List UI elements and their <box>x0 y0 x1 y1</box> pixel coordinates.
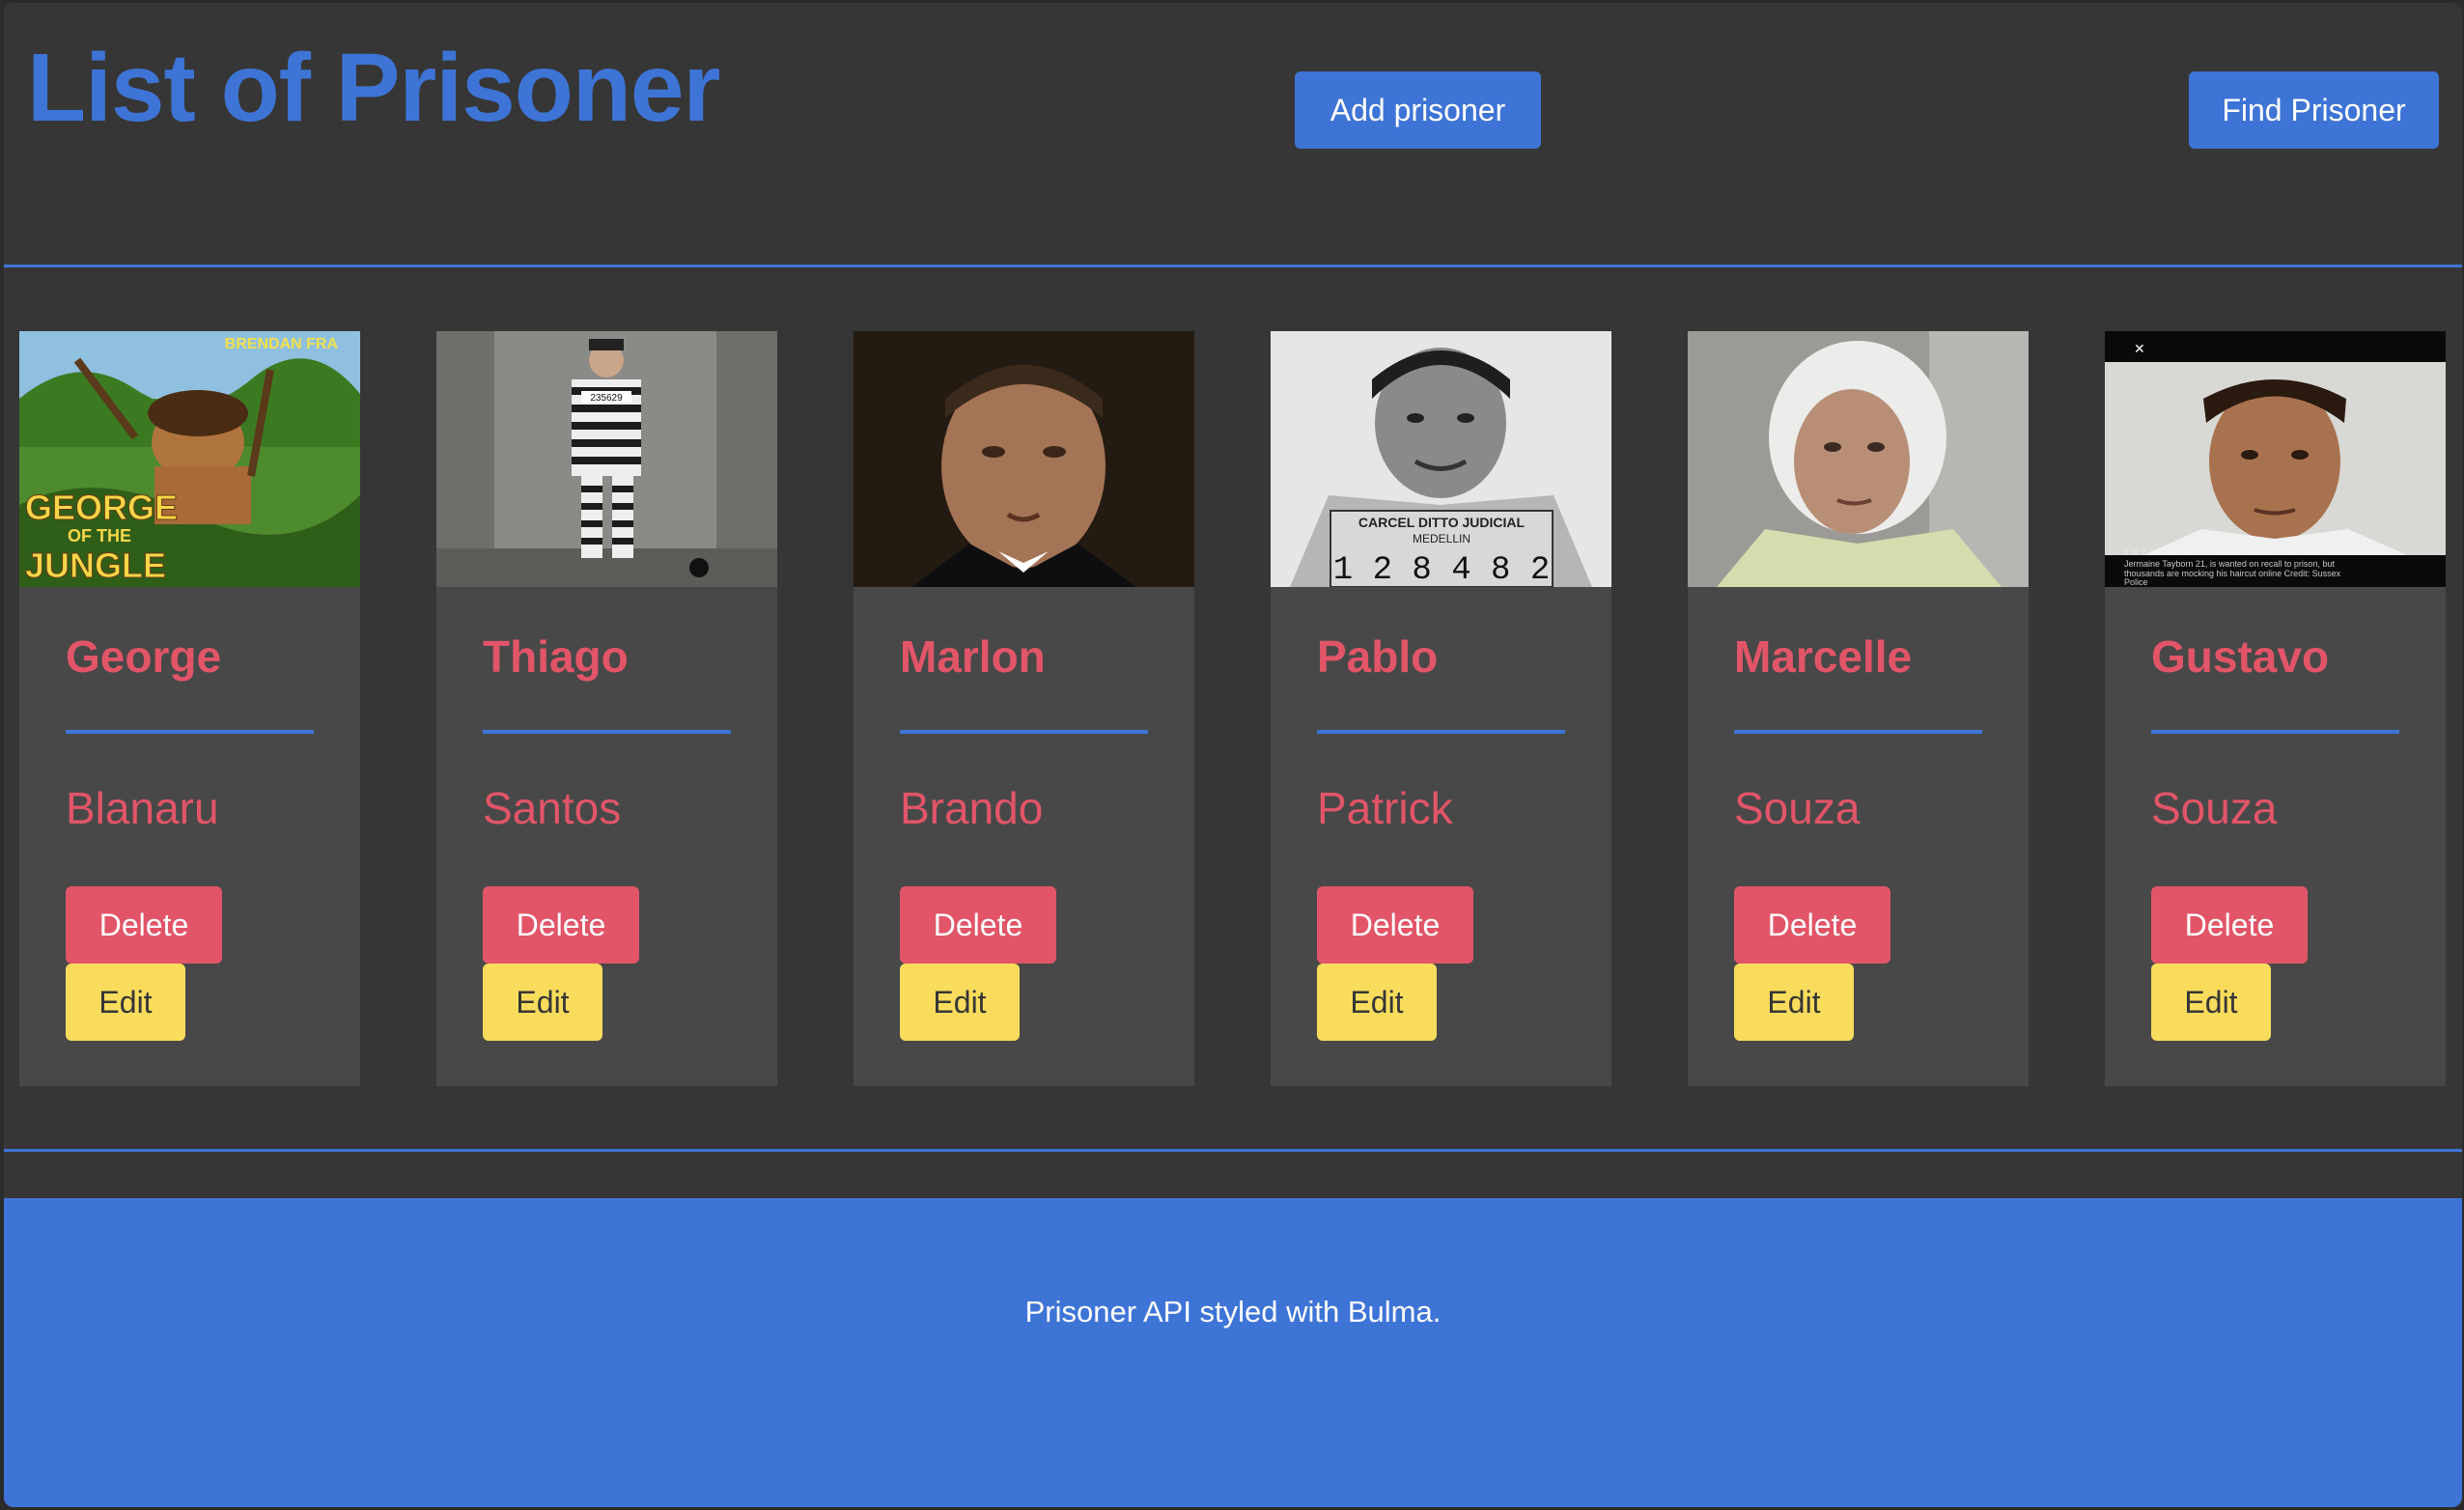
prisoner-card: Marcelle Souza Delete Edit <box>1688 331 2029 1086</box>
prisoner-last-name: Brando <box>900 783 1044 833</box>
app-window: List of Prisoner Add prisoner Find Priso… <box>4 3 2462 1507</box>
prisoner-first-name: Gustavo <box>2151 631 2330 682</box>
prisoner-card-list: BRENDAN FRA GEORGE OF THE JUNGLE George … <box>4 331 2462 1089</box>
header-divider <box>4 265 2462 267</box>
add-prisoner-button[interactable]: Add prisoner <box>1295 71 1541 149</box>
card-divider <box>483 730 731 734</box>
find-prisoner-button[interactable]: Find Prisoner <box>2189 71 2439 149</box>
prisoner-photo: ✕ 1 of 2 Jermaine Tayborn 21, is wanted … <box>2105 331 2446 587</box>
svg-text:GEORGE: GEORGE <box>25 488 178 527</box>
card-divider <box>900 730 1148 734</box>
prisoner-photo <box>854 331 1194 587</box>
edit-button[interactable]: Edit <box>483 964 602 1041</box>
page-title: List of Prisoner <box>27 34 720 142</box>
footer: Prisoner API styled with Bulma. <box>4 1198 2462 1507</box>
content-divider <box>4 1149 2462 1152</box>
delete-button[interactable]: Delete <box>483 886 639 964</box>
prisoner-card: CARCEL DITTO JUDICIAL MEDELLIN 1 2 8 4 8… <box>1271 331 1611 1086</box>
prisoner-photo: BRENDAN FRA GEORGE OF THE JUNGLE <box>19 331 360 587</box>
svg-text:235629: 235629 <box>590 393 623 404</box>
delete-button[interactable]: Delete <box>66 886 222 964</box>
svg-text:1 of 2: 1 of 2 <box>2124 547 2146 557</box>
prisoner-last-name: Souza <box>2151 783 2278 833</box>
edit-button[interactable]: Edit <box>2151 964 2271 1041</box>
prisoner-first-name: Marcelle <box>1734 631 1913 682</box>
header: List of Prisoner Add prisoner Find Priso… <box>4 3 2462 267</box>
svg-text:BRENDAN FRA: BRENDAN FRA <box>225 336 339 352</box>
prisoner-last-name: Santos <box>483 783 622 833</box>
svg-text:CARCEL DITTO JUDICIAL: CARCEL DITTO JUDICIAL <box>1358 515 1526 530</box>
svg-text:JUNGLE: JUNGLE <box>25 545 166 585</box>
delete-button[interactable]: Delete <box>1317 886 1473 964</box>
prisoner-last-name: Patrick <box>1317 783 1453 833</box>
delete-button[interactable]: Delete <box>2151 886 2308 964</box>
svg-text:1 2 8 4 8 2: 1 2 8 4 8 2 <box>1333 552 1550 587</box>
svg-text:thousands are mocking his hair: thousands are mocking his haircut online… <box>2124 569 2341 578</box>
edit-button[interactable]: Edit <box>1317 964 1437 1041</box>
svg-text:OF THE: OF THE <box>68 526 131 545</box>
prisoner-card: ✕ 1 of 2 Jermaine Tayborn 21, is wanted … <box>2105 331 2446 1086</box>
card-divider <box>1317 730 1565 734</box>
prisoner-last-name: Souza <box>1734 783 1861 833</box>
prisoner-card: 235629 Thiago Santos Delete Edit <box>436 331 777 1086</box>
card-divider <box>2151 730 2399 734</box>
delete-button[interactable]: Delete <box>1734 886 1890 964</box>
card-divider <box>1734 730 1982 734</box>
svg-text:Police: Police <box>2124 577 2148 587</box>
prisoner-last-name: Blanaru <box>66 783 219 833</box>
card-divider <box>66 730 314 734</box>
prisoner-first-name: Marlon <box>900 631 1046 682</box>
svg-text:✕: ✕ <box>2134 341 2145 356</box>
delete-button[interactable]: Delete <box>900 886 1056 964</box>
svg-text:Jermaine Tayborn 21, is wanted: Jermaine Tayborn 21, is wanted on recall… <box>2124 559 2335 569</box>
prisoner-first-name: George <box>66 631 222 682</box>
edit-button[interactable]: Edit <box>1734 964 1854 1041</box>
prisoner-first-name: Pablo <box>1317 631 1439 682</box>
svg-text:MEDELLIN: MEDELLIN <box>1413 532 1470 545</box>
prisoner-photo <box>1688 331 2029 587</box>
footer-text: Prisoner API styled with Bulma. <box>1024 1295 1442 1328</box>
edit-button[interactable]: Edit <box>900 964 1020 1041</box>
prisoner-card: Marlon Brando Delete Edit <box>854 331 1194 1086</box>
edit-button[interactable]: Edit <box>66 964 185 1041</box>
prisoner-photo: CARCEL DITTO JUDICIAL MEDELLIN 1 2 8 4 8… <box>1271 331 1611 587</box>
prisoner-photo: 235629 <box>436 331 777 587</box>
prisoner-first-name: Thiago <box>483 631 629 682</box>
prisoner-card: BRENDAN FRA GEORGE OF THE JUNGLE George … <box>19 331 360 1086</box>
